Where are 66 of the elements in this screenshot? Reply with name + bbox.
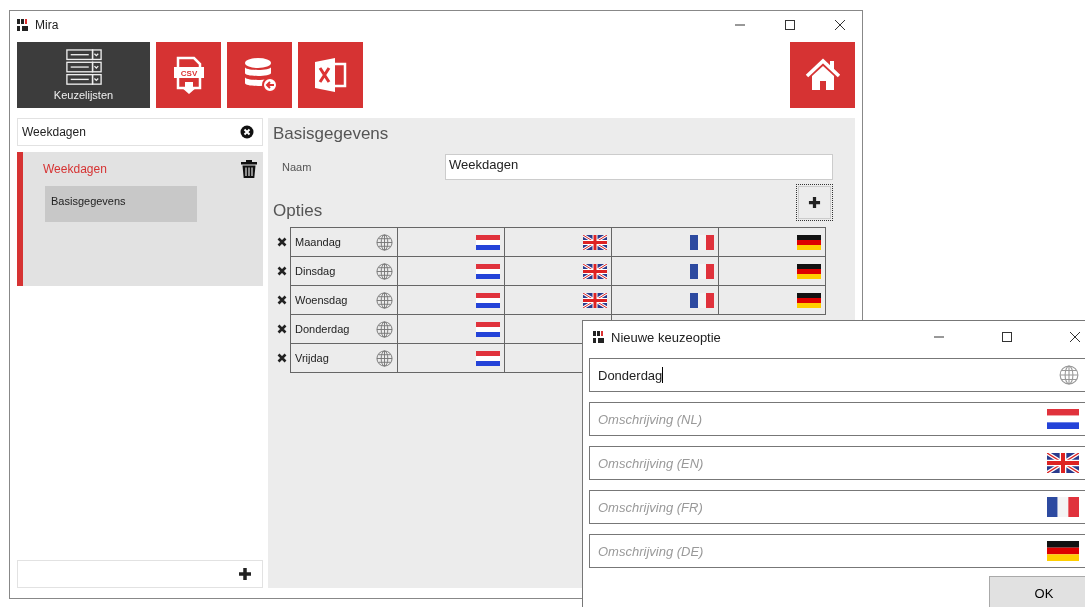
maximize-icon[interactable] <box>1001 331 1013 343</box>
delete-icon[interactable] <box>277 294 287 305</box>
name-label: Naam <box>281 161 313 173</box>
translation-cell[interactable] <box>718 227 826 257</box>
german-flag-icon <box>797 263 821 279</box>
lists-button[interactable]: Keuzelijsten <box>17 42 150 108</box>
csv-export-button[interactable]: CSV <box>156 42 221 108</box>
plus-icon <box>808 196 821 209</box>
globe-icon[interactable] <box>376 349 393 367</box>
add-list-field[interactable] <box>17 560 263 588</box>
options-title: Opties <box>273 201 323 221</box>
home-button[interactable] <box>790 42 855 108</box>
french-flag-icon <box>690 234 714 250</box>
name-field[interactable]: Weekdagen <box>445 154 833 180</box>
french-flag-icon <box>1047 497 1079 517</box>
maximize-icon[interactable] <box>784 19 796 31</box>
close-icon[interactable] <box>1069 331 1081 343</box>
dialog-title: Nieuwe keuzeoptie <box>611 329 721 345</box>
ok-button[interactable]: OK <box>989 576 1085 607</box>
logo-icon <box>17 19 29 31</box>
description-field[interactable]: Omschrijving (NL) <box>589 402 1085 436</box>
description-field[interactable]: Omschrijving (DE) <box>589 534 1085 568</box>
search-field[interactable]: Weekdagen <box>17 118 263 146</box>
uk-flag-icon <box>583 292 607 308</box>
excel-button[interactable] <box>298 42 363 108</box>
delete-icon[interactable] <box>277 236 287 247</box>
german-flag-icon <box>1047 541 1079 561</box>
description-field[interactable]: Omschrijving (FR) <box>589 490 1085 524</box>
delete-icon[interactable] <box>277 265 287 276</box>
database-button[interactable] <box>227 42 292 108</box>
window-title: Mira <box>35 18 59 32</box>
globe-icon[interactable] <box>376 320 393 338</box>
globe-icon[interactable] <box>376 262 393 280</box>
dutch-flag-icon <box>476 263 500 279</box>
delete-icon[interactable] <box>277 352 287 363</box>
plus-icon[interactable] <box>238 567 252 581</box>
globe-icon[interactable] <box>1059 365 1079 385</box>
section-title: Basisgegevens <box>273 124 390 144</box>
dutch-flag-icon <box>1047 409 1079 429</box>
dutch-flag-icon <box>476 292 500 308</box>
delete-icon[interactable] <box>277 323 287 334</box>
french-flag-icon <box>690 263 714 279</box>
section-item[interactable]: Basisgegevens <box>45 186 197 222</box>
uk-flag-icon <box>1047 453 1079 473</box>
german-flag-icon <box>797 234 821 250</box>
trash-icon[interactable] <box>241 160 257 178</box>
dropdown-list-icon <box>63 49 104 87</box>
option-name-cell[interactable]: Maandag <box>290 227 398 257</box>
list-item-title[interactable]: Weekdagen <box>43 162 107 176</box>
dutch-flag-icon <box>476 350 500 366</box>
translation-cell[interactable] <box>718 285 826 315</box>
dutch-flag-icon <box>476 234 500 250</box>
option-name-cell[interactable]: Vrijdag <box>290 343 398 373</box>
dutch-flag-icon <box>476 321 500 337</box>
uk-flag-icon <box>583 234 607 250</box>
uk-flag-icon <box>583 263 607 279</box>
clear-icon[interactable] <box>240 125 254 139</box>
close-icon[interactable] <box>834 19 846 31</box>
add-option-button[interactable] <box>796 184 833 221</box>
description-field[interactable]: Omschrijving (EN) <box>589 446 1085 480</box>
globe-icon[interactable] <box>376 233 393 251</box>
option-name-field[interactable]: Donderdag <box>589 358 1085 392</box>
french-flag-icon <box>690 292 714 308</box>
globe-icon[interactable] <box>376 291 393 309</box>
logo-icon <box>593 331 605 343</box>
german-flag-icon <box>797 292 821 308</box>
